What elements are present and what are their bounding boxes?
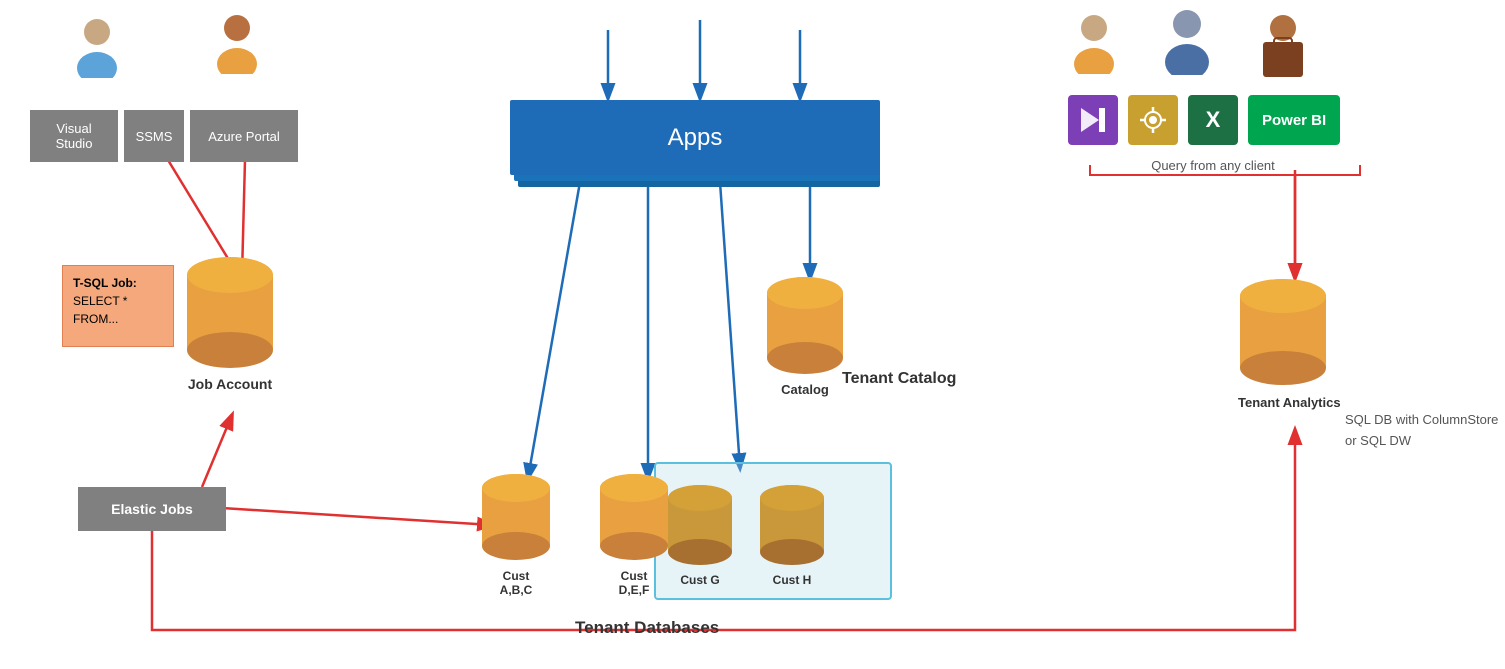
tenant-analytics-db: Tenant Analytics — [1238, 278, 1341, 412]
tools-icon — [1128, 95, 1178, 145]
architecture-diagram: Visual Studio SSMS Azure Portal T-SQL Jo… — [0, 0, 1505, 669]
person-right-3 — [1258, 14, 1308, 84]
apps-stack: Apps — [510, 100, 880, 195]
cust-def-db: CustD,E,F — [598, 472, 670, 597]
elastic-jobs-box: Elastic Jobs — [78, 487, 226, 531]
cust-def-label: CustD,E,F — [598, 569, 670, 597]
sql-db-label: SQL DB with ColumnStore or SQL DW — [1345, 410, 1505, 452]
ssms-box: SSMS — [124, 110, 184, 162]
vs-tool-icon — [1068, 95, 1118, 145]
cust-abc-label: CustA,B,C — [480, 569, 552, 597]
person-ssms — [215, 14, 259, 74]
excel-icon: X — [1188, 95, 1238, 145]
person-right-2 — [1162, 10, 1212, 80]
person-right-1 — [1072, 14, 1116, 79]
catalog-label: Catalog — [765, 382, 845, 397]
client-tools-icons: X Power BI — [1068, 95, 1340, 145]
apps-label: Apps — [668, 124, 723, 152]
catalog-db: Catalog — [765, 275, 845, 397]
azure-portal-box: Azure Portal — [190, 110, 298, 162]
tsql-query: SELECT *FROM... — [73, 294, 127, 326]
tenant-catalog-label: Tenant Catalog — [842, 370, 956, 388]
catalog-cylinder — [765, 275, 845, 375]
person-vs — [75, 18, 119, 78]
tsql-label: T-SQL Job: — [73, 276, 137, 290]
tenant-databases-label: Tenant Databases — [575, 618, 719, 638]
cust-g-label: Cust G — [666, 573, 734, 587]
tsql-job-box: T-SQL Job: SELECT *FROM... — [62, 265, 174, 347]
job-account-label: Job Account — [185, 376, 275, 392]
cust-abc-db: CustA,B,C — [480, 472, 552, 597]
tenant-analytics-label: Tenant Analytics — [1238, 395, 1341, 412]
cust-h-label: Cust H — [758, 573, 826, 587]
query-label: Query from any client — [1058, 158, 1368, 173]
job-account-db: Job Account — [185, 255, 275, 392]
visual-studio-box: Visual Studio — [30, 110, 118, 162]
cust-g-db: Cust G — [666, 484, 734, 587]
cust-h-db: Cust H — [758, 484, 826, 587]
job-account-cylinder — [185, 255, 275, 375]
powerbi-button: Power BI — [1248, 95, 1340, 145]
